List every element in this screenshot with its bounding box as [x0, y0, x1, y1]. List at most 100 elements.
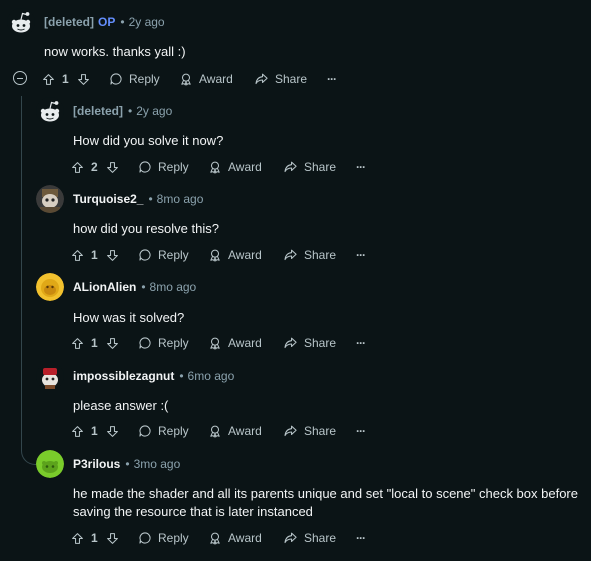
reply-button[interactable]: Reply [138, 245, 189, 265]
comment-author[interactable]: ALionAlien [73, 280, 136, 294]
comment-timestamp[interactable]: 2y ago [129, 15, 165, 29]
comment-timestamp[interactable]: 8mo ago [150, 280, 197, 294]
more-icon: ··· [356, 160, 366, 174]
comment-author[interactable]: [deleted] [44, 15, 94, 29]
share-label: Share [304, 160, 337, 174]
reply-label: Reply [158, 424, 189, 438]
downvote-button[interactable] [106, 245, 119, 265]
reply-bubble-icon [138, 160, 152, 174]
avatar[interactable] [36, 273, 64, 301]
avatar[interactable] [36, 450, 64, 478]
reply-label: Reply [129, 72, 160, 86]
award-button[interactable]: Award [208, 245, 262, 265]
upvote-button[interactable] [71, 333, 84, 353]
reply-bubble-icon [138, 336, 152, 350]
share-label: Share [304, 248, 337, 262]
reply-label: Reply [158, 248, 189, 262]
comment-meta: Turquoise2_ • 8mo ago [73, 192, 203, 206]
meta-separator: • [179, 369, 184, 383]
reply-bubble-icon [138, 531, 152, 545]
avatar[interactable] [7, 8, 35, 36]
comment-timestamp[interactable]: 3mo ago [134, 457, 181, 471]
op-badge: OP [98, 15, 116, 29]
upvote-icon [71, 425, 84, 438]
comment-body: now works. thanks yall :) [44, 44, 186, 59]
share-button[interactable]: Share [283, 528, 336, 548]
downvote-icon [106, 532, 119, 545]
more-icon: ··· [356, 424, 366, 438]
downvote-button[interactable] [106, 157, 119, 177]
meta-separator: • [128, 104, 133, 118]
award-icon [179, 72, 193, 86]
comment-meta: [deleted] • 2y ago [73, 104, 172, 118]
more-options-button[interactable]: ··· [356, 421, 366, 441]
award-button[interactable]: Award [208, 157, 262, 177]
comment-thread: [deleted] OP • 2y ago now works. thanks yal… [0, 0, 591, 561]
award-icon [208, 424, 222, 438]
award-label: Award [228, 424, 262, 438]
downvote-button[interactable] [106, 528, 119, 548]
share-icon [283, 531, 298, 545]
upvote-button[interactable] [42, 69, 55, 89]
award-button[interactable]: Award [208, 421, 262, 441]
more-options-button[interactable]: ··· [327, 69, 337, 89]
comment: [deleted] • 2y ago How did you solve it no… [36, 97, 586, 183]
downvote-icon [106, 249, 119, 262]
award-button[interactable]: Award [208, 333, 262, 353]
upvote-button[interactable] [71, 528, 84, 548]
comment: ALionAlien • 8mo ago How was it solved? 1 R… [36, 273, 586, 359]
comment: P3rilous • 3mo ago he made the shader and … [36, 450, 586, 555]
downvote-icon [106, 161, 119, 174]
downvote-button[interactable] [77, 69, 90, 89]
thread-line[interactable] [21, 96, 22, 451]
upvote-button[interactable] [71, 245, 84, 265]
comment-author[interactable]: impossiblezagnut [73, 369, 174, 383]
reply-button[interactable]: Reply [138, 421, 189, 441]
reply-button[interactable]: Reply [138, 333, 189, 353]
award-label: Award [228, 248, 262, 262]
award-icon [208, 248, 222, 262]
downvote-button[interactable] [106, 421, 119, 441]
upvote-button[interactable] [71, 421, 84, 441]
reply-label: Reply [158, 531, 189, 545]
comment-timestamp[interactable]: 6mo ago [188, 369, 235, 383]
comment-meta: P3rilous • 3mo ago [73, 457, 180, 471]
award-icon [208, 531, 222, 545]
more-icon: ··· [356, 336, 366, 350]
share-button[interactable]: Share [283, 245, 336, 265]
share-button[interactable]: Share [283, 421, 336, 441]
avatar[interactable] [36, 362, 64, 390]
upvote-button[interactable] [71, 157, 84, 177]
reply-button[interactable]: Reply [138, 157, 189, 177]
share-button[interactable]: Share [283, 157, 336, 177]
share-icon [283, 424, 298, 438]
comment-timestamp[interactable]: 8mo ago [157, 192, 204, 206]
comment-author[interactable]: [deleted] [73, 104, 123, 118]
more-options-button[interactable]: ··· [356, 333, 366, 353]
comment-author[interactable]: Turquoise2_ [73, 192, 143, 206]
more-options-button[interactable]: ··· [356, 157, 366, 177]
comment-timestamp[interactable]: 2y ago [136, 104, 172, 118]
more-options-button[interactable]: ··· [356, 245, 366, 265]
more-options-button[interactable]: ··· [356, 528, 366, 548]
award-button[interactable]: Award [208, 528, 262, 548]
avatar[interactable] [36, 97, 64, 125]
avatar[interactable] [36, 185, 64, 213]
downvote-icon [106, 337, 119, 350]
share-label: Share [304, 336, 337, 350]
reply-button[interactable]: Reply [138, 528, 189, 548]
downvote-icon [77, 73, 90, 86]
comment-author[interactable]: P3rilous [73, 457, 120, 471]
vote-count: 1 [91, 424, 98, 438]
upvote-icon [71, 249, 84, 262]
share-icon [283, 248, 298, 262]
downvote-button[interactable] [106, 333, 119, 353]
vote-count: 1 [91, 336, 98, 350]
award-label: Award [228, 160, 262, 174]
comment: Turquoise2_ • 8mo ago how did you resolve … [36, 185, 586, 271]
comment-meta: impossiblezagnut • 6mo ago [73, 369, 234, 383]
award-button[interactable]: Award [179, 69, 233, 89]
share-button[interactable]: Share [283, 333, 336, 353]
reply-button[interactable]: Reply [109, 69, 160, 89]
share-button[interactable]: Share [254, 69, 307, 89]
